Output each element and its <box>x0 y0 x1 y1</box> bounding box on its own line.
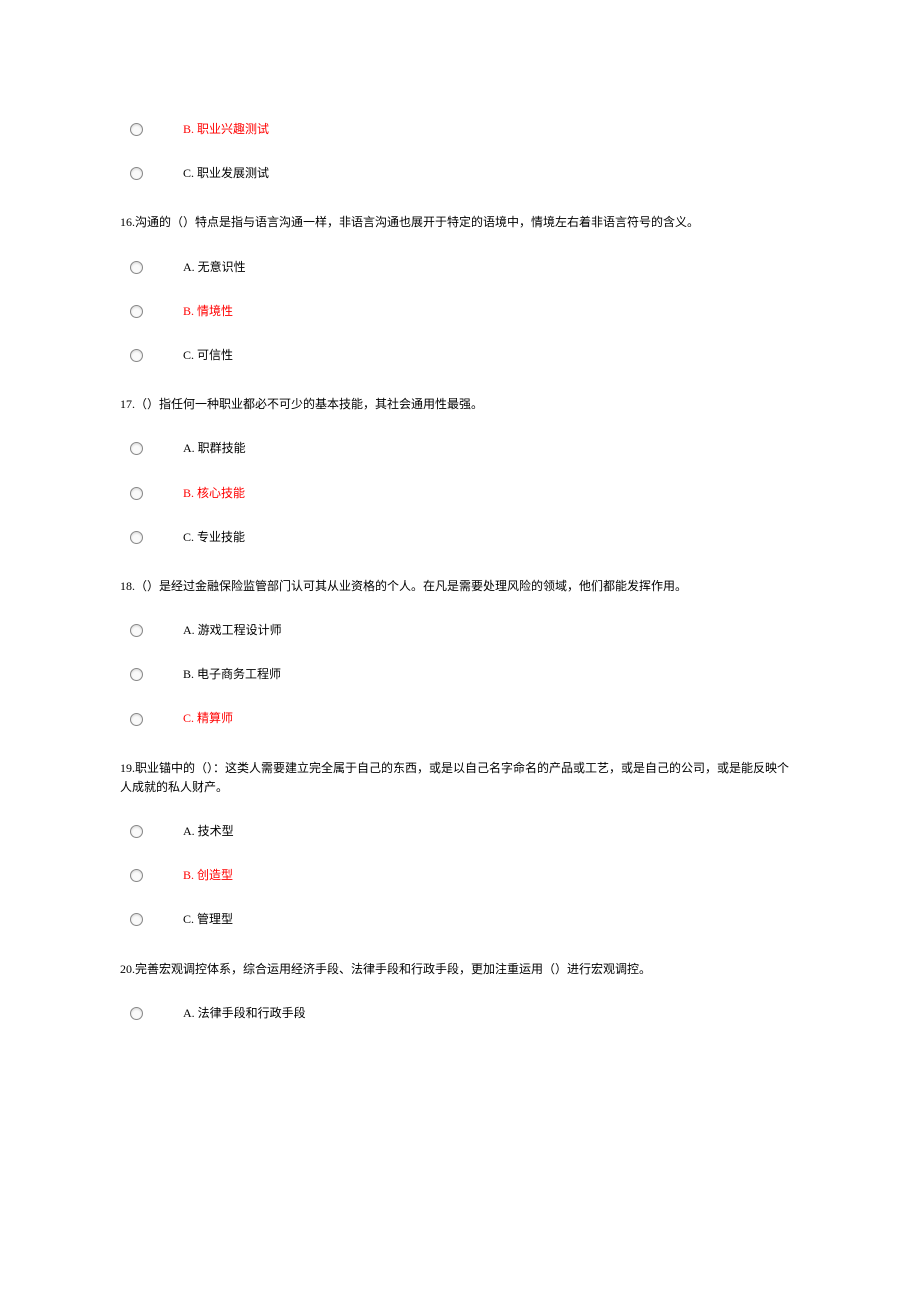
question-block: 19.职业锚中的（）：这类人需要建立完全属于自己的东西，或是以自己名字命名的产品… <box>120 759 800 930</box>
option-label: B. 创造型 <box>183 866 233 885</box>
option-label: C. 职业发展测试 <box>183 164 269 183</box>
option-row[interactable]: C. 可信性 <box>120 346 800 365</box>
radio-icon[interactable] <box>130 668 143 681</box>
radio-icon[interactable] <box>130 913 143 926</box>
question-block: 18.（）是经过金融保险监管部门认可其从业资格的个人。在凡是需要处理风险的领域，… <box>120 577 800 729</box>
radio-icon[interactable] <box>130 305 143 318</box>
question-block: 17.（）指任何一种职业都必不可少的基本技能，其社会通用性最强。 A. 职群技能 B… <box>120 395 800 547</box>
option-row[interactable]: B. 创造型 <box>120 866 800 885</box>
question-text: 16.沟通的（）特点是指与语言沟通一样，非语言沟通也展开于特定的语境中，情境左右… <box>120 213 800 232</box>
radio-icon[interactable] <box>130 624 143 637</box>
radio-icon[interactable] <box>130 531 143 544</box>
option-label: B. 情境性 <box>183 302 233 321</box>
option-label: B. 核心技能 <box>183 484 245 503</box>
question-text: 18.（）是经过金融保险监管部门认可其从业资格的个人。在凡是需要处理风险的领域，… <box>120 577 800 596</box>
option-row[interactable]: B. 职业兴趣测试 <box>120 120 800 139</box>
option-label: C. 可信性 <box>183 346 233 365</box>
option-label: A. 游戏工程设计师 <box>183 621 282 640</box>
radio-icon[interactable] <box>130 487 143 500</box>
option-row[interactable]: C. 精算师 <box>120 709 800 728</box>
option-row[interactable]: A. 游戏工程设计师 <box>120 621 800 640</box>
option-label: B. 电子商务工程师 <box>183 665 281 684</box>
option-label: A. 法律手段和行政手段 <box>183 1004 306 1023</box>
option-row[interactable]: B. 情境性 <box>120 302 800 321</box>
option-label: C. 专业技能 <box>183 528 245 547</box>
option-row[interactable]: A. 技术型 <box>120 822 800 841</box>
option-row[interactable]: A. 职群技能 <box>120 439 800 458</box>
option-label: C. 精算师 <box>183 709 233 728</box>
option-row[interactable]: C. 专业技能 <box>120 528 800 547</box>
option-row[interactable]: A. 无意识性 <box>120 258 800 277</box>
option-row[interactable]: B. 电子商务工程师 <box>120 665 800 684</box>
option-label: A. 无意识性 <box>183 258 246 277</box>
question-text: 20.完善宏观调控体系，综合运用经济手段、法律手段和行政手段，更加注重运用（）进… <box>120 960 800 979</box>
option-row[interactable]: B. 核心技能 <box>120 484 800 503</box>
radio-icon[interactable] <box>130 442 143 455</box>
option-row[interactable]: C. 职业发展测试 <box>120 164 800 183</box>
radio-icon[interactable] <box>130 869 143 882</box>
radio-icon[interactable] <box>130 349 143 362</box>
question-block: 16.沟通的（）特点是指与语言沟通一样，非语言沟通也展开于特定的语境中，情境左右… <box>120 213 800 365</box>
option-label: C. 管理型 <box>183 910 233 929</box>
option-label: B. 职业兴趣测试 <box>183 120 269 139</box>
option-label: A. 技术型 <box>183 822 234 841</box>
question-text: 19.职业锚中的（）：这类人需要建立完全属于自己的东西，或是以自己名字命名的产品… <box>120 759 800 797</box>
radio-icon[interactable] <box>130 167 143 180</box>
radio-icon[interactable] <box>130 1007 143 1020</box>
option-label: A. 职群技能 <box>183 439 246 458</box>
radio-icon[interactable] <box>130 261 143 274</box>
question-block: 20.完善宏观调控体系，综合运用经济手段、法律手段和行政手段，更加注重运用（）进… <box>120 960 800 1023</box>
question-text: 17.（）指任何一种职业都必不可少的基本技能，其社会通用性最强。 <box>120 395 800 414</box>
radio-icon[interactable] <box>130 825 143 838</box>
option-row[interactable]: A. 法律手段和行政手段 <box>120 1004 800 1023</box>
radio-icon[interactable] <box>130 713 143 726</box>
question-block: B. 职业兴趣测试 C. 职业发展测试 <box>120 120 800 183</box>
radio-icon[interactable] <box>130 123 143 136</box>
option-row[interactable]: C. 管理型 <box>120 910 800 929</box>
